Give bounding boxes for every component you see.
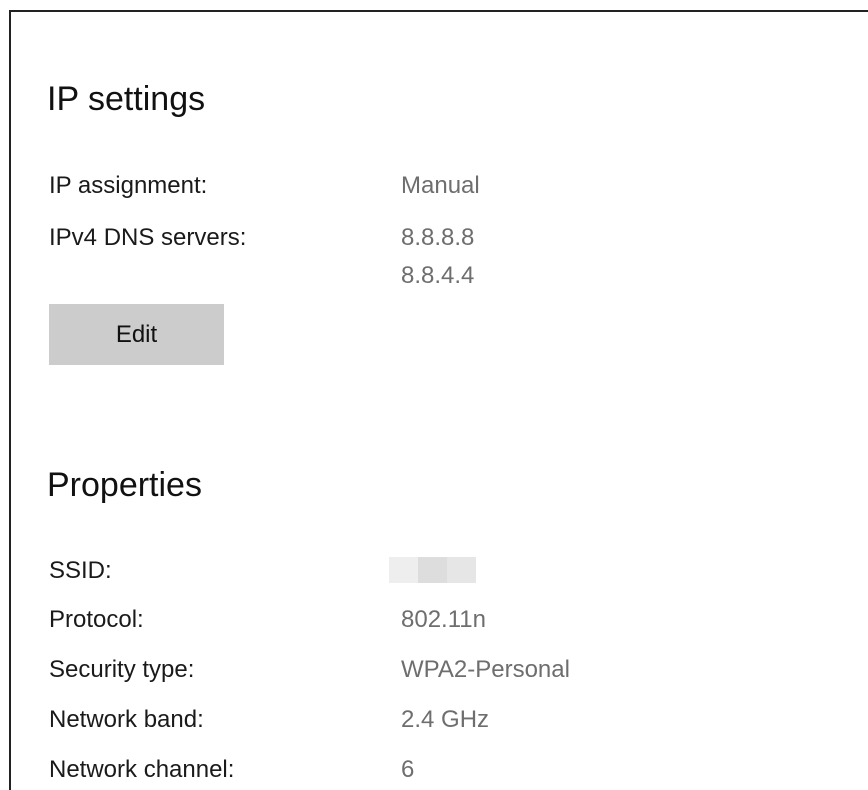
network-band-value: 2.4 GHz <box>401 706 490 733</box>
dns-servers-label: IPv4 DNS servers: <box>49 224 247 251</box>
properties-heading: Properties <box>47 466 202 504</box>
protocol-label: Protocol: <box>49 606 144 633</box>
security-type-value: WPA2-Personal <box>401 656 570 683</box>
ip-assignment-label: IP assignment: <box>49 172 208 199</box>
security-type-label: Security type: <box>49 656 195 683</box>
network-band-label: Network band: <box>49 706 204 733</box>
ip-assignment-value: Manual <box>401 172 480 199</box>
dns-server-primary: 8.8.8.8 <box>401 224 475 251</box>
ssid-label: SSID: <box>49 557 112 584</box>
ip-settings-heading: IP settings <box>47 80 206 118</box>
edit-button[interactable]: Edit <box>49 304 224 365</box>
ssid-redacted-value <box>389 557 476 583</box>
dns-server-secondary: 8.8.4.4 <box>401 262 475 289</box>
protocol-value: 802.11n <box>401 606 486 633</box>
